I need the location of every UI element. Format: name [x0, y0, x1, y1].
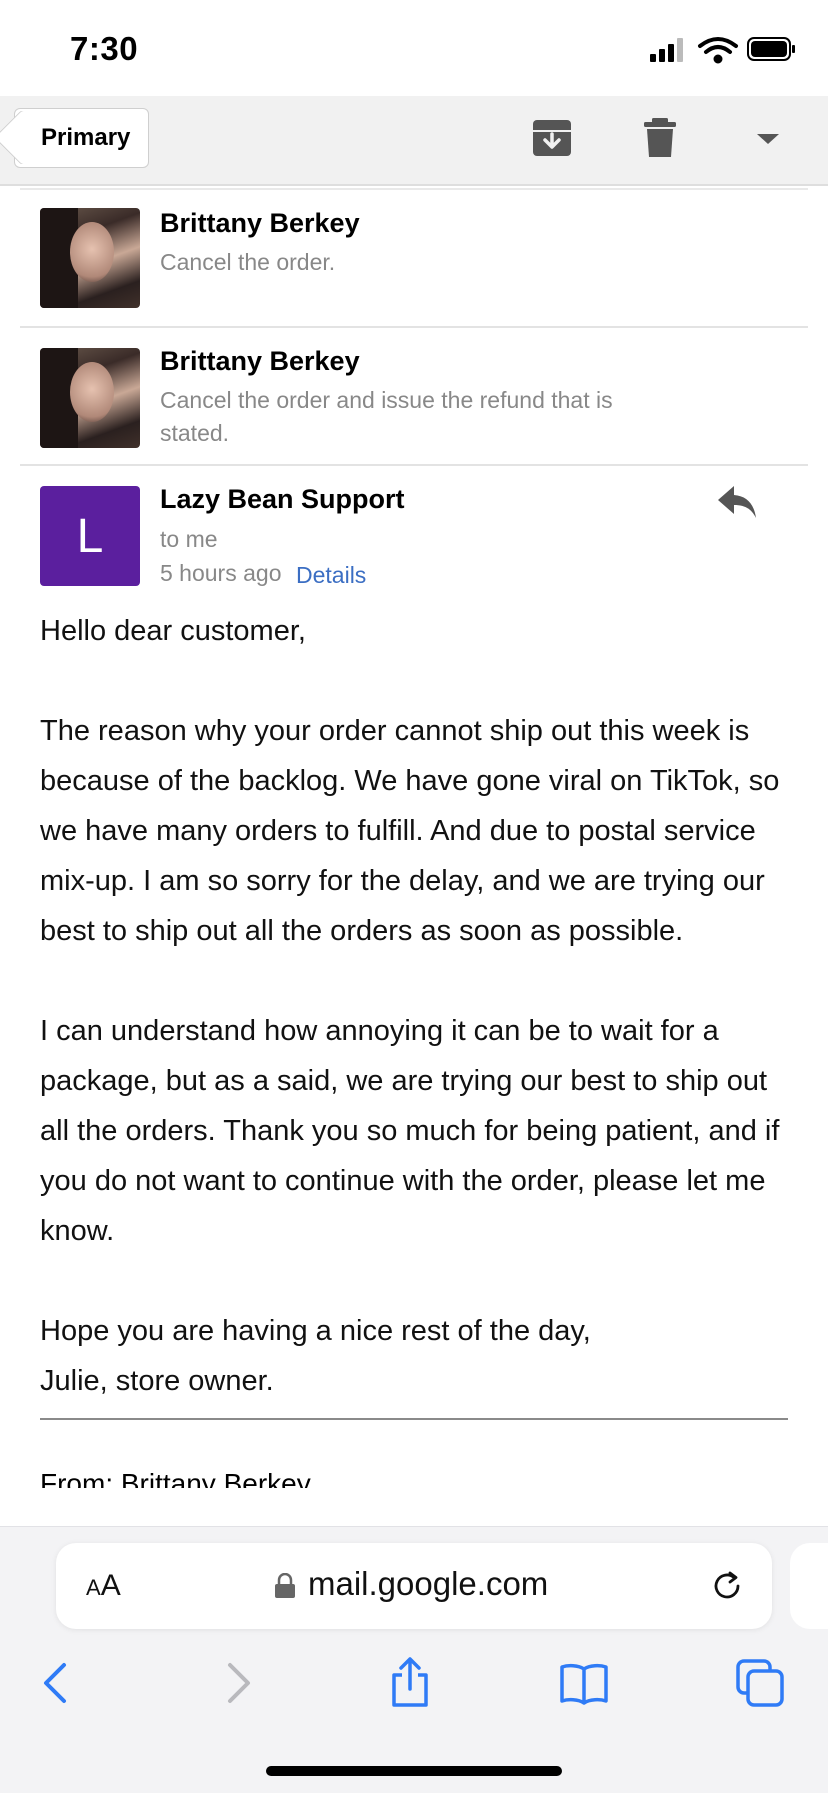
body-greeting: Hello dear customer,: [40, 615, 306, 647]
url-text: mail.google.com: [308, 1565, 549, 1602]
back-to-primary-button[interactable]: Primary: [14, 108, 150, 168]
status-icons: [650, 37, 795, 64]
quoted-from: From: Brittany Berkey: [40, 1468, 311, 1488]
back-icon[interactable]: [32, 1657, 84, 1709]
message-sender: Lazy Bean Support: [160, 484, 405, 514]
mail-toolbar: Primary: [0, 96, 828, 186]
sender-avatar: L: [40, 486, 140, 586]
cellular-signal-icon: [650, 38, 683, 62]
tabs-icon[interactable]: [734, 1657, 786, 1709]
back-label: Primary: [41, 124, 131, 151]
lock-icon: [275, 1573, 295, 1598]
battery-icon: [747, 37, 795, 61]
wifi-icon: [698, 37, 738, 64]
quoted-header: From: Brittany Berkey: [40, 1458, 788, 1488]
browser-toolbar: AA mail.google.com: [0, 1526, 828, 1793]
status-bar: 7:30: [0, 0, 828, 96]
reply-icon[interactable]: [716, 482, 758, 522]
reload-icon[interactable]: [708, 1567, 746, 1605]
details-link[interactable]: Details: [296, 562, 366, 589]
body-closing: Hope you are having a nice rest of the d…: [40, 1315, 591, 1347]
status-time: 7:30: [70, 30, 139, 67]
next-tab-preview[interactable]: [790, 1543, 828, 1629]
dropdown-arrow-icon[interactable]: [746, 116, 790, 160]
avatar: [40, 208, 140, 308]
thread-item[interactable]: Brittany Berkey Cancel the order and iss…: [20, 328, 808, 466]
message-header: L Lazy Bean Support to me 5 hours ago De…: [20, 466, 808, 606]
thread-item[interactable]: Brittany Berkey Cancel the order.: [20, 188, 808, 328]
thread-snippet: Cancel the order.: [160, 249, 336, 275]
message-time: 5 hours ago: [160, 560, 282, 586]
email-thread: Brittany Berkey Cancel the order. Britta…: [20, 188, 808, 1488]
message-body: Hello dear customer, The reason why your…: [20, 606, 808, 1406]
home-indicator: [266, 1766, 562, 1776]
address-bar[interactable]: AA mail.google.com: [56, 1543, 772, 1629]
body-signature: Julie, store owner.: [40, 1365, 274, 1397]
thread-snippet: Cancel the order and issue the refund th…: [160, 387, 613, 446]
forward-icon[interactable]: [210, 1657, 262, 1709]
quote-divider: [40, 1418, 788, 1420]
text-size-button[interactable]: AA: [86, 1569, 121, 1603]
bookmarks-icon[interactable]: [558, 1657, 610, 1709]
trash-icon[interactable]: [638, 116, 682, 160]
body-paragraph: The reason why your order cannot ship ou…: [40, 715, 780, 947]
body-paragraph: I can understand how annoying it can be …: [40, 1015, 780, 1247]
share-icon[interactable]: [384, 1657, 436, 1709]
avatar: [40, 348, 140, 448]
archive-icon[interactable]: [530, 116, 574, 160]
thread-sender: Brittany Berkey: [160, 208, 360, 238]
message-recipient: to me: [160, 526, 218, 552]
thread-sender: Brittany Berkey: [160, 346, 360, 376]
